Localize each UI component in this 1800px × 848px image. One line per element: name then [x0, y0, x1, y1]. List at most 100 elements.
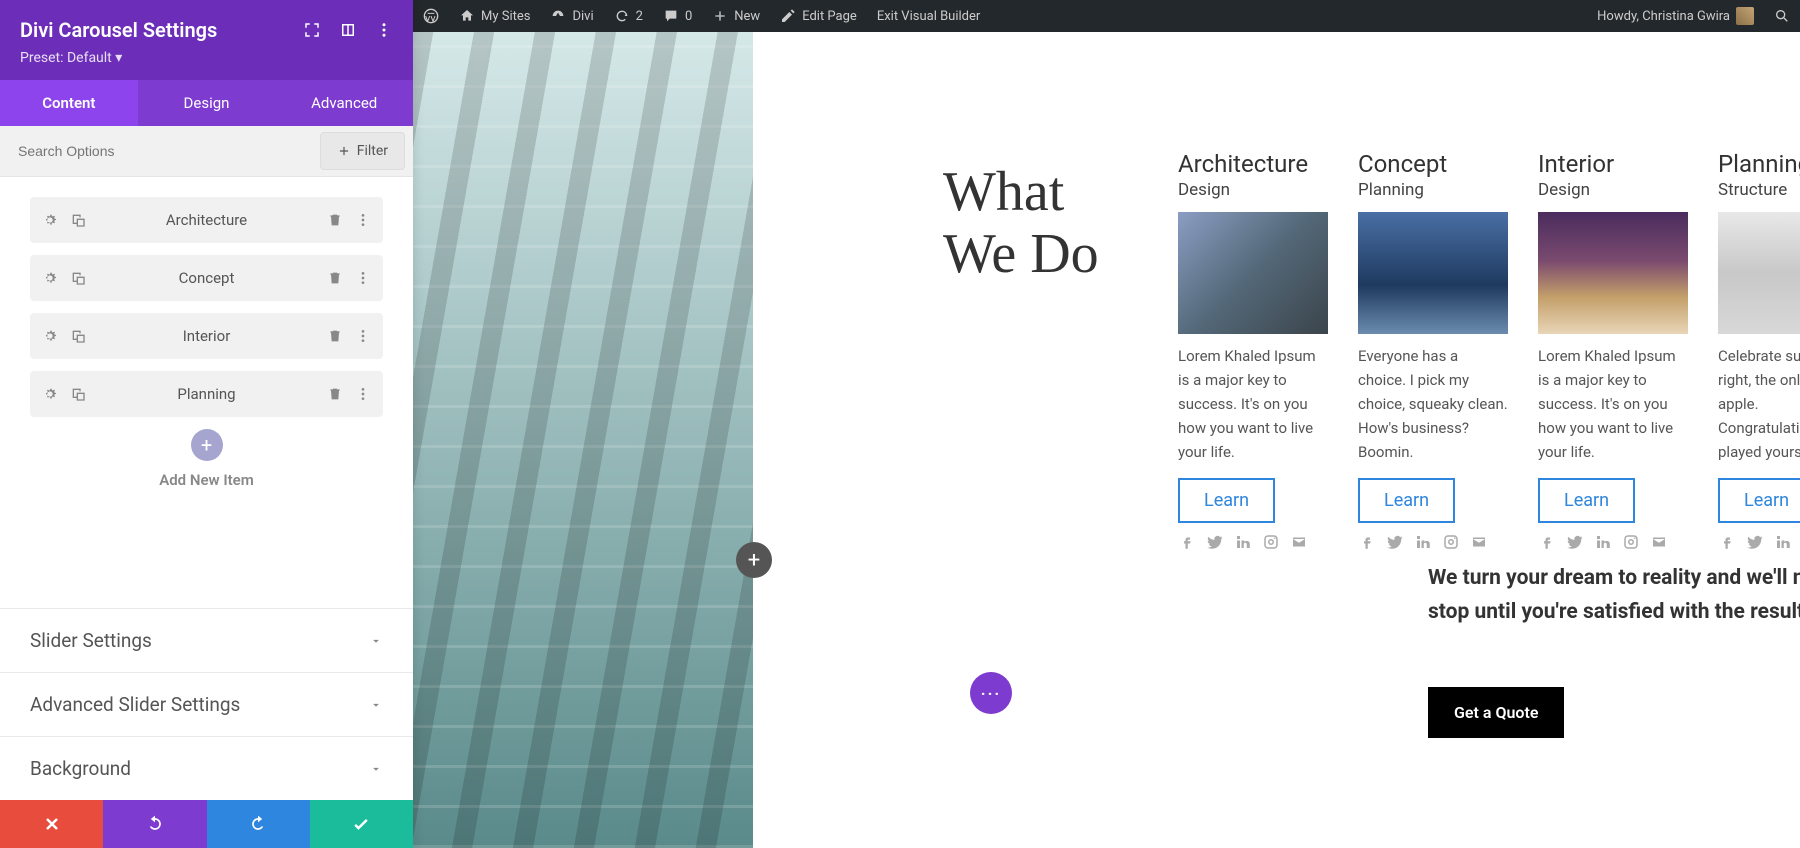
twitter-icon[interactable]	[1386, 533, 1404, 551]
builder-more-button[interactable]: ···	[970, 672, 1012, 714]
linkedin-icon[interactable]	[1594, 533, 1612, 551]
item-label: Planning	[86, 385, 327, 403]
more-vertical-icon[interactable]	[355, 386, 371, 402]
trash-icon[interactable]	[327, 212, 343, 228]
refresh-icon	[614, 8, 630, 24]
instagram-icon[interactable]	[1262, 533, 1280, 551]
preset-selector[interactable]: Preset: Default ▾	[20, 50, 393, 66]
facebook-icon[interactable]	[1358, 533, 1376, 551]
search[interactable]	[1764, 0, 1800, 32]
gear-icon[interactable]	[42, 212, 58, 228]
tab-content[interactable]: Content	[0, 80, 138, 126]
learn-button[interactable]: Learn	[1178, 478, 1275, 523]
comment-icon	[663, 8, 679, 24]
redo-button[interactable]	[207, 800, 310, 848]
trash-icon[interactable]	[327, 270, 343, 286]
trash-icon[interactable]	[327, 386, 343, 402]
accordion-advanced-slider-settings[interactable]: Advanced Slider Settings	[0, 672, 413, 736]
user-greeting[interactable]: Howdy, Christina Gwira	[1587, 0, 1764, 32]
linkedin-icon[interactable]	[1234, 533, 1252, 551]
social-icons	[1538, 533, 1688, 551]
email-icon[interactable]	[1290, 533, 1308, 551]
duplicate-icon[interactable]	[70, 386, 86, 402]
panel-header: Divi Carousel Settings Preset: Default ▾	[0, 0, 413, 80]
accordion-title: Advanced Slider Settings	[30, 693, 240, 716]
duplicate-icon[interactable]	[70, 212, 86, 228]
plus-icon	[337, 144, 351, 158]
filter-label: Filter	[357, 143, 388, 159]
my-sites[interactable]: My Sites	[449, 0, 540, 32]
new-content[interactable]: New	[702, 0, 770, 32]
learn-button[interactable]: Learn	[1538, 478, 1635, 523]
facebook-icon[interactable]	[1718, 533, 1736, 551]
duplicate-icon[interactable]	[70, 270, 86, 286]
duplicate-icon[interactable]	[70, 328, 86, 344]
add-section-button[interactable]: +	[736, 542, 772, 578]
carousel-item[interactable]: Architecture	[30, 197, 383, 243]
item-label: Interior	[86, 327, 327, 345]
more-vertical-icon[interactable]	[375, 21, 393, 39]
linkedin-icon[interactable]	[1414, 533, 1432, 551]
panel-title: Divi Carousel Settings	[20, 18, 217, 42]
tab-design[interactable]: Design	[138, 80, 276, 126]
item-label: Architecture	[86, 211, 327, 229]
edit-page[interactable]: Edit Page	[770, 0, 867, 32]
item-label: Concept	[86, 269, 327, 287]
filter-button[interactable]: Filter	[320, 132, 405, 170]
gear-icon[interactable]	[42, 386, 58, 402]
card-description: Lorem Khaled Ipsum is a major key to suc…	[1178, 344, 1328, 464]
tab-advanced[interactable]: Advanced	[275, 80, 413, 126]
card-subtitle: Design	[1538, 180, 1688, 200]
learn-button[interactable]: Learn	[1358, 478, 1455, 523]
twitter-icon[interactable]	[1746, 533, 1764, 551]
search-input[interactable]	[0, 129, 320, 173]
more-vertical-icon[interactable]	[355, 270, 371, 286]
snap-icon[interactable]	[339, 21, 357, 39]
carousel-item[interactable]: Planning	[30, 371, 383, 417]
updates[interactable]: 2	[604, 0, 653, 32]
card-subtitle: Structure	[1718, 180, 1800, 200]
carousel-item[interactable]: Interior	[30, 313, 383, 359]
get-quote-button[interactable]: Get a Quote	[1428, 687, 1564, 738]
accordion-background[interactable]: Background	[0, 736, 413, 800]
more-vertical-icon[interactable]	[355, 328, 371, 344]
undo-button[interactable]	[103, 800, 206, 848]
card-planning: Planning Structure Celebrate success rig…	[1718, 150, 1800, 551]
search-icon	[1774, 8, 1790, 24]
exit-visual-builder[interactable]: Exit Visual Builder	[867, 0, 990, 32]
add-item-button[interactable]: +	[191, 429, 223, 461]
site-name[interactable]: Divi	[540, 0, 603, 32]
learn-button[interactable]: Learn	[1718, 478, 1800, 523]
email-icon[interactable]	[1470, 533, 1488, 551]
facebook-icon[interactable]	[1538, 533, 1556, 551]
more-vertical-icon[interactable]	[355, 212, 371, 228]
cancel-button[interactable]	[0, 800, 103, 848]
twitter-icon[interactable]	[1566, 533, 1584, 551]
carousel-item[interactable]: Concept	[30, 255, 383, 301]
social-icons	[1178, 533, 1328, 551]
expand-icon[interactable]	[303, 21, 321, 39]
email-icon[interactable]	[1650, 533, 1668, 551]
trash-icon[interactable]	[327, 328, 343, 344]
wp-logo[interactable]	[413, 0, 449, 32]
gear-icon[interactable]	[42, 328, 58, 344]
save-button[interactable]	[310, 800, 413, 848]
card-title: Architecture	[1178, 150, 1328, 178]
card-architecture: Architecture Design Lorem Khaled Ipsum i…	[1178, 150, 1328, 551]
accordion-slider-settings[interactable]: Slider Settings	[0, 608, 413, 672]
twitter-icon[interactable]	[1206, 533, 1224, 551]
settings-panel: Divi Carousel Settings Preset: Default ▾…	[0, 0, 413, 848]
social-icons	[1358, 533, 1508, 551]
comments[interactable]: 0	[653, 0, 702, 32]
gear-icon[interactable]	[42, 270, 58, 286]
instagram-icon[interactable]	[1622, 533, 1640, 551]
accordion-title: Background	[30, 757, 131, 780]
linkedin-icon[interactable]	[1774, 533, 1792, 551]
facebook-icon[interactable]	[1178, 533, 1196, 551]
card-concept: Concept Planning Everyone has a choice. …	[1358, 150, 1508, 551]
card-description: Celebrate success right, the only way, a…	[1718, 344, 1800, 464]
gauge-icon	[550, 8, 566, 24]
chevron-down-icon	[369, 698, 383, 712]
page-preview: What We Do Architecture Design Lorem Kha…	[413, 32, 1800, 848]
instagram-icon[interactable]	[1442, 533, 1460, 551]
